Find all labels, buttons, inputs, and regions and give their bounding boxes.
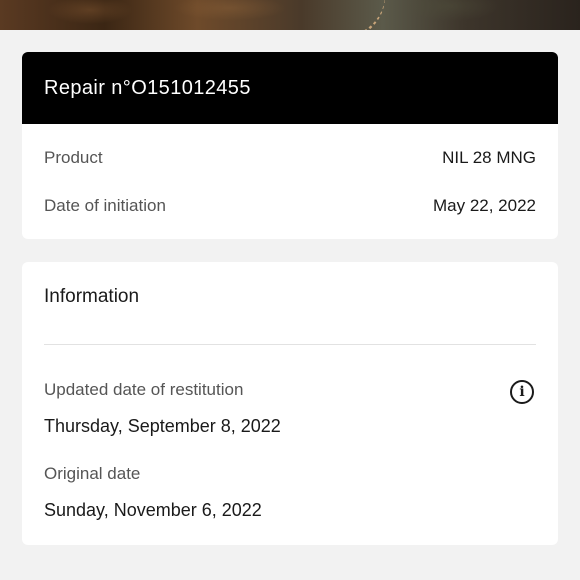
updated-restitution-label: Updated date of restitution (44, 380, 244, 399)
information-divider (44, 344, 536, 345)
date-initiation-label: Date of initiation (44, 196, 166, 215)
information-card: Information Updated date of restitution … (22, 262, 558, 545)
repair-detail-page: Repair n°O151012455 Product NIL 28 MNG D… (0, 0, 580, 580)
product-image (0, 0, 580, 30)
product-label: Product (44, 148, 103, 167)
updated-restitution-value: Thursday, September 8, 2022 (44, 416, 281, 436)
information-title: Information (44, 286, 140, 307)
product-value: NIL 28 MNG (442, 148, 536, 167)
product-row: Product NIL 28 MNG (44, 148, 536, 168)
date-initiation-value: May 22, 2022 (432, 196, 536, 215)
product-image-texture (0, 0, 580, 30)
original-date-value: Sunday, November 6, 2022 (44, 500, 262, 520)
repair-summary-card: Repair n°O151012455 Product NIL 28 MNG D… (22, 52, 558, 239)
original-date-label: Original date (44, 464, 141, 483)
info-icon[interactable]: i (510, 380, 534, 404)
repair-title: Repair n°O151012455 (22, 52, 558, 124)
date-initiation-row: Date of initiation May 22, 2022 (44, 196, 536, 216)
